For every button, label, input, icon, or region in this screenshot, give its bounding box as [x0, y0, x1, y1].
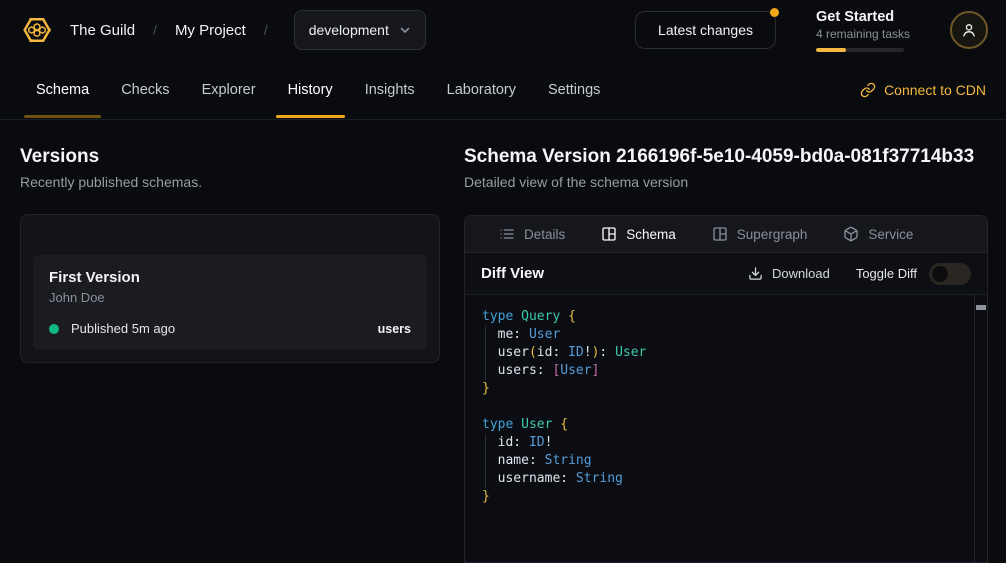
version-meta-row: Published 5m ago users — [49, 321, 411, 336]
scrollbar-thumb[interactable] — [976, 305, 986, 310]
project-navbar: Schema Checks Explorer History Insights … — [0, 60, 1006, 120]
link-chain-icon — [860, 82, 876, 98]
columns-icon — [601, 226, 617, 242]
get-started-subtitle: 4 remaining tasks — [816, 27, 912, 41]
person-icon — [959, 20, 979, 40]
nav-tab-label: Laboratory — [447, 82, 516, 98]
list-icon — [499, 226, 515, 242]
detail-tab-label: Details — [524, 227, 565, 242]
nav-tab-history[interactable]: History — [272, 60, 349, 119]
nav-tab-checks[interactable]: Checks — [105, 60, 185, 119]
diff-actions: Download Toggle Diff — [748, 263, 971, 285]
diff-view-header: Diff View Download Toggle Diff — [465, 253, 987, 295]
version-list-item[interactable]: First Version John Doe Published 5m ago … — [33, 255, 427, 350]
version-detail-card: Details Schema Sup — [464, 215, 988, 563]
detail-tab-service[interactable]: Service — [829, 216, 927, 252]
versions-subtitle: Recently published schemas. — [20, 174, 440, 190]
versions-panel: Versions Recently published schemas. Fir… — [0, 120, 460, 563]
version-author: John Doe — [49, 290, 411, 305]
detail-tab-details[interactable]: Details — [485, 216, 579, 252]
code-scrollbar[interactable] — [974, 295, 987, 562]
download-icon — [748, 266, 763, 281]
nav-tab-label: Insights — [365, 82, 415, 98]
breadcrumb-separator: / — [153, 22, 157, 38]
breadcrumb-org[interactable]: The Guild — [70, 22, 135, 39]
toggle-diff-control: Toggle Diff — [856, 263, 971, 285]
nav-tabs: Schema Checks Explorer History Insights … — [20, 60, 616, 119]
version-title: First Version — [49, 269, 411, 286]
detail-tab-label: Supergraph — [737, 227, 808, 242]
nav-tab-laboratory[interactable]: Laboratory — [431, 60, 532, 119]
nav-spacer — [616, 60, 860, 119]
breadcrumb-separator: / — [264, 22, 268, 38]
connect-to-cdn-label: Connect to CDN — [884, 82, 986, 98]
download-label: Download — [772, 266, 830, 281]
version-status: Published 5m ago — [71, 321, 175, 336]
diff-view-title: Diff View — [481, 265, 544, 282]
nav-tab-insights[interactable]: Insights — [349, 60, 431, 119]
detail-tablist: Details Schema Sup — [465, 216, 987, 253]
nav-tab-label: Settings — [548, 82, 600, 98]
published-status-dot — [49, 324, 59, 334]
nav-tab-label: Explorer — [202, 82, 256, 98]
cube-icon — [843, 226, 859, 242]
detail-tab-supergraph[interactable]: Supergraph — [698, 216, 822, 252]
version-detail-panel: Schema Version 2166196f-5e10-4059-bd0a-0… — [460, 120, 1006, 563]
app-header: The Guild / My Project / development Lat… — [0, 0, 1006, 60]
connect-to-cdn-link[interactable]: Connect to CDN — [860, 82, 986, 98]
get-started-title: Get Started — [816, 9, 912, 25]
code-block: type Query { me: User user(id: ID!): Use… — [482, 308, 971, 506]
toggle-diff-switch[interactable] — [929, 263, 971, 285]
columns-icon — [712, 226, 728, 242]
download-button[interactable]: Download — [748, 266, 830, 281]
nav-tab-label: Checks — [121, 82, 169, 98]
version-detail-subtitle: Detailed view of the schema version — [464, 174, 988, 190]
detail-tab-label: Schema — [626, 227, 676, 242]
switch-knob — [932, 266, 948, 282]
get-started-progressbar — [816, 48, 904, 52]
latest-changes-button[interactable]: Latest changes — [635, 11, 776, 49]
nav-tab-settings[interactable]: Settings — [532, 60, 616, 119]
schema-code-viewer[interactable]: type Query { me: User user(id: ID!): Use… — [465, 295, 987, 562]
nav-tab-explorer[interactable]: Explorer — [186, 60, 272, 119]
target-selector-dropdown[interactable]: development — [294, 10, 426, 50]
notification-dot — [770, 8, 779, 17]
nav-tab-label: History — [288, 82, 333, 98]
toggle-diff-label: Toggle Diff — [856, 266, 917, 281]
breadcrumb-project[interactable]: My Project — [175, 22, 246, 39]
version-detail-title: Schema Version 2166196f-5e10-4059-bd0a-0… — [464, 146, 988, 168]
main-content: Versions Recently published schemas. Fir… — [0, 120, 1006, 563]
versions-title: Versions — [20, 146, 440, 168]
get-started-widget[interactable]: Get Started 4 remaining tasks — [816, 9, 912, 52]
user-avatar[interactable] — [950, 11, 988, 49]
detail-tab-schema[interactable]: Schema — [587, 216, 690, 252]
target-selector-value: development — [309, 22, 389, 38]
chevron-down-icon — [399, 24, 411, 36]
service-name-badge: users — [378, 322, 411, 336]
nav-tab-schema[interactable]: Schema — [20, 60, 105, 119]
progress-fill — [816, 48, 846, 52]
versions-list-card: First Version John Doe Published 5m ago … — [20, 214, 440, 363]
detail-tab-label: Service — [868, 227, 913, 242]
hive-logo-icon[interactable] — [18, 11, 56, 49]
latest-changes-label: Latest changes — [658, 22, 753, 38]
nav-tab-label: Schema — [36, 82, 89, 98]
